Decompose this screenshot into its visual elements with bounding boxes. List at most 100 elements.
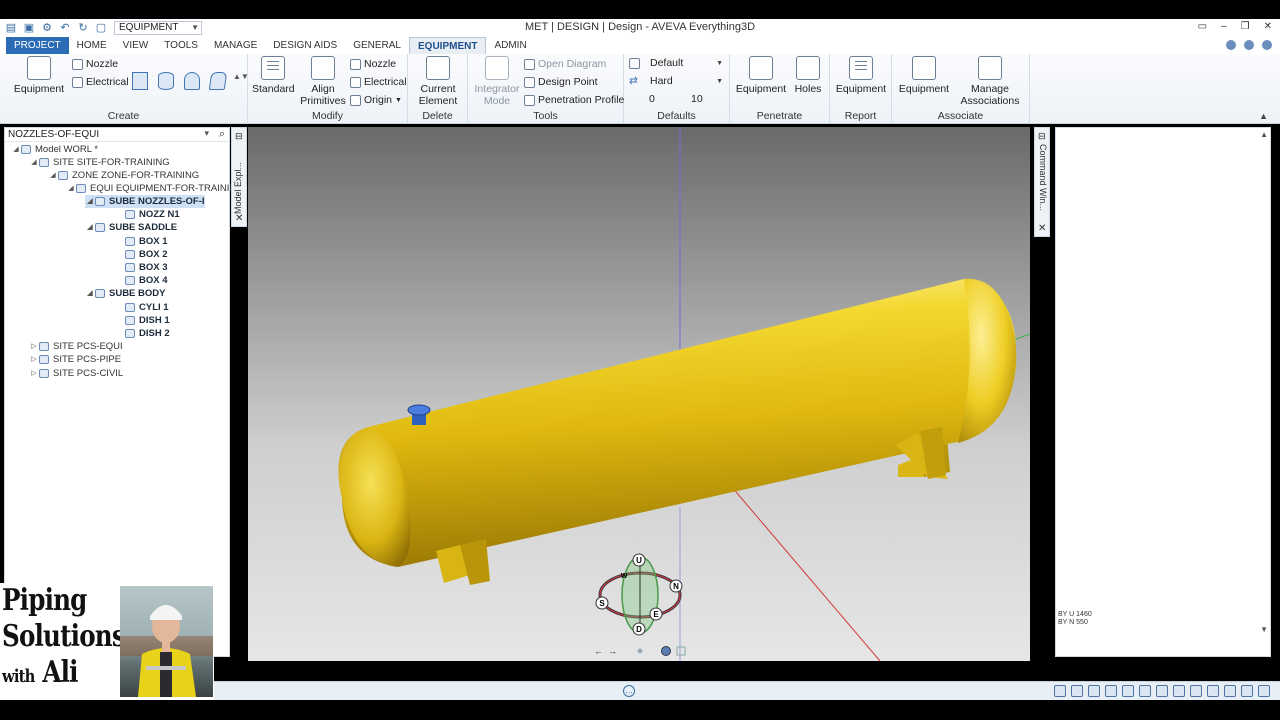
tree-item[interactable]: DISH 2 [115, 327, 170, 340]
tab-tools[interactable]: TOOLS [156, 37, 206, 54]
fly-icon[interactable] [1224, 685, 1236, 697]
close-icon[interactable]: ✕ [1038, 223, 1046, 234]
tree-item[interactable]: ◢ Model WORL * [11, 143, 98, 156]
expand-toggle-icon[interactable]: ▷ [29, 353, 39, 366]
measure-icon[interactable] [1105, 685, 1117, 697]
tree-item[interactable]: ◢ SITE SITE-FOR-TRAINING [29, 156, 169, 169]
tree-item[interactable]: ◢ SUBE SADDLE [85, 221, 177, 234]
expand-toggle-icon[interactable]: ◢ [48, 169, 58, 182]
pin-icon[interactable]: ⊟ [235, 131, 243, 142]
dish-primitive-icon[interactable] [184, 72, 200, 90]
walk-icon[interactable] [1207, 685, 1219, 697]
nav-dot-icon[interactable] [637, 648, 643, 654]
command-window-tab[interactable]: Command Win... [1036, 144, 1048, 211]
tree-item[interactable]: ▷ SITE PCS-CIVIL [29, 367, 123, 380]
view-nav-controls[interactable]: ← → [594, 646, 686, 656]
undo-icon[interactable]: ↶ [58, 22, 72, 34]
create-nozzle-button[interactable]: Nozzle [72, 58, 118, 70]
rotate-icon[interactable] [1190, 685, 1202, 697]
close-icon[interactable]: ✕ [235, 213, 243, 224]
tab-equipment[interactable]: EQUIPMENT [409, 37, 487, 54]
modify-origin-button[interactable]: Origin ▼ [350, 94, 402, 106]
tab-general[interactable]: GENERAL [345, 37, 409, 54]
default-value-b[interactable]: 10 [690, 92, 726, 106]
fit-view-icon[interactable] [676, 646, 686, 656]
expand-toggle-icon[interactable]: ▷ [29, 340, 39, 353]
redo-icon[interactable]: ↻ [76, 22, 90, 34]
modify-electrical-button[interactable]: Electrical [350, 76, 407, 88]
model-explorer-tab[interactable]: Model Expl... [233, 154, 245, 214]
pin-icon[interactable]: ⊟ [1038, 131, 1046, 142]
collapse-ribbon-icon[interactable]: ▲ [1259, 111, 1268, 121]
tree-item[interactable]: ◢ EQUI EQUIPMENT-FOR-TRAININ [66, 182, 236, 195]
tree-item[interactable]: NOZZ N1 [115, 208, 180, 221]
tree-item[interactable]: BOX 2 [115, 248, 168, 261]
expand-toggle-icon[interactable]: ◢ [66, 182, 76, 195]
design-point-button[interactable]: Design Point [524, 76, 598, 88]
expand-toggle-icon[interactable]: ◢ [29, 156, 39, 169]
settings-icon[interactable] [1241, 685, 1253, 697]
expand-toggle-icon[interactable]: ◢ [85, 221, 95, 234]
tab-manage[interactable]: MANAGE [206, 37, 265, 54]
pick-icon[interactable] [1122, 685, 1134, 697]
3d-viewport[interactable]: U N S E D W ← → [248, 127, 1030, 661]
default-value-a[interactable]: 0 [648, 92, 688, 106]
close-icon[interactable]: ✕ [1264, 21, 1272, 32]
box-primitive-icon[interactable] [132, 72, 148, 90]
forward-icon[interactable] [1244, 40, 1254, 50]
gallery-scroll-icon[interactable]: ▲▼ [233, 72, 249, 81]
rotate-right-icon[interactable]: → [608, 646, 617, 656]
settings-icon[interactable]: ⚙ [40, 22, 54, 34]
penetration-profile-button[interactable]: Penetration Profile [524, 94, 624, 106]
delete-current-element-button[interactable]: Current Element [412, 56, 464, 107]
scroll-down-icon[interactable]: ▼ [1260, 625, 1268, 634]
tab-admin[interactable]: ADMIN [486, 37, 534, 54]
tree-item[interactable]: BOX 3 [115, 261, 168, 274]
maximize-icon[interactable]: ❐ [1241, 21, 1250, 32]
restore-down-icon[interactable]: ▭ [1198, 21, 1207, 32]
app-menu-icon[interactable]: ▤ [4, 22, 18, 34]
tree-item[interactable]: BOX 4 [115, 274, 168, 287]
integrator-mode-button[interactable]: Integrator Mode [472, 56, 522, 107]
tab-project[interactable]: PROJECT [6, 37, 69, 54]
chevron-down-icon[interactable]: ▾ [204, 128, 209, 139]
zoom-icon[interactable] [1156, 685, 1168, 697]
create-equipment-button[interactable]: Equipment [12, 56, 66, 95]
tree-item[interactable]: ◢ SUBE BODY [85, 287, 165, 300]
expand-toggle-icon[interactable]: ▷ [29, 367, 39, 380]
tree-item[interactable]: BOX 1 [115, 235, 168, 248]
report-equipment-button[interactable]: Equipment [834, 56, 888, 95]
penetrate-equipment-button[interactable]: Equipment [734, 56, 788, 95]
cursor-icon[interactable] [1139, 685, 1151, 697]
save-icon[interactable]: ▣ [22, 22, 36, 34]
tab-home[interactable]: HOME [69, 37, 115, 54]
orientation-compass[interactable]: U N S E D W [595, 553, 683, 636]
module-combo[interactable]: EQUIPMENT ▼ [114, 21, 202, 35]
holes-button[interactable]: Holes [790, 56, 826, 95]
expand-toggle-icon[interactable]: ◢ [85, 195, 95, 208]
clip-icon[interactable] [1088, 685, 1100, 697]
vessel-shell[interactable] [342, 279, 1017, 567]
open-diagram-button[interactable]: Open Diagram [524, 58, 606, 70]
tree-item[interactable]: ◢ SUBE NOZZLES-OF-I [85, 195, 205, 208]
pan-icon[interactable] [1173, 685, 1185, 697]
layout-icon[interactable] [1258, 685, 1270, 697]
back-icon[interactable] [1226, 40, 1236, 50]
minimize-icon[interactable]: – [1221, 21, 1227, 32]
tab-design-aids[interactable]: DESIGN AIDS [265, 37, 345, 54]
search-icon[interactable]: ⌕ [219, 128, 225, 141]
modify-standard-button[interactable]: Standard [252, 56, 295, 95]
expand-toggle-icon[interactable]: ◢ [11, 143, 21, 156]
command-window-output[interactable]: ▲ BY U 1460 BY N 550 ▼ [1055, 127, 1271, 657]
align-primitives-button[interactable]: Align Primitives [298, 56, 348, 107]
snap-icon[interactable] [1071, 685, 1083, 697]
cylinder-primitive-icon[interactable] [158, 72, 174, 90]
tree-item[interactable]: DISH 1 [115, 314, 170, 327]
cone-primitive-icon[interactable] [208, 72, 228, 90]
tree-item[interactable]: ◢ ZONE ZONE-FOR-TRAINING [48, 169, 199, 182]
manage-associations-button[interactable]: Manage Associations [954, 56, 1026, 107]
expand-toggle-icon[interactable]: ◢ [85, 287, 95, 300]
default-combo[interactable]: Default ▼ [628, 56, 726, 70]
help-icon[interactable] [1262, 40, 1272, 50]
window-icon[interactable]: ▢ [94, 22, 108, 34]
